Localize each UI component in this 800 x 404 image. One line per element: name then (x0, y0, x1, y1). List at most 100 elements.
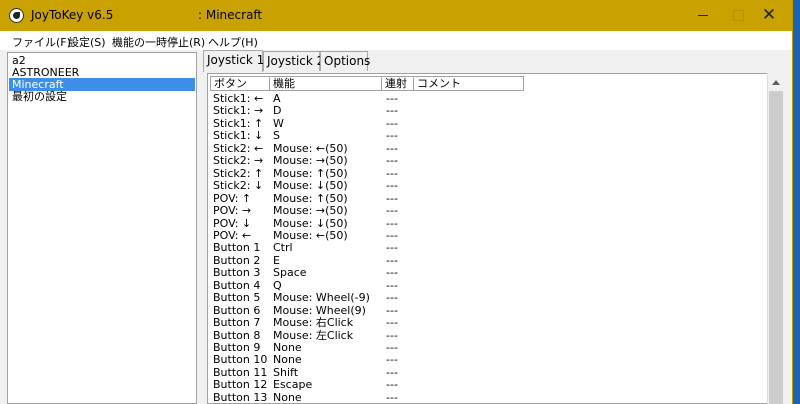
table-row[interactable]: Button 5 Mouse: Wheel(-9) --- (208, 292, 770, 304)
row-function-cell: None (273, 353, 302, 367)
tab-joystick-2[interactable]: Joystick 2 (263, 51, 324, 71)
table-row[interactable]: Stick1: ↑ W --- (208, 116, 770, 130)
window-title: JoyToKey v6.5 (31, 8, 114, 22)
window-profile-title: : Minecraft (198, 8, 263, 22)
profile-list[interactable]: a2 ASTRONEER Minecraft 最初の設定 (7, 52, 197, 404)
row-function-cell: Space (273, 266, 307, 280)
row-button-cell: POV: ↑ (213, 191, 252, 205)
table-row[interactable]: Stick1: ← A --- (208, 93, 770, 105)
table-row[interactable]: Button 3 Space --- (208, 267, 770, 279)
row-repeat-cell: --- (386, 328, 398, 342)
row-function-cell: Q (273, 278, 282, 292)
table-row[interactable]: Button 7 Mouse: 右Click --- (208, 317, 770, 329)
menu-bar: ファイル(F) 設定(S) 機能の一時停止(R) ヘルプ(H) (0, 31, 792, 50)
row-repeat-cell: --- (386, 204, 398, 218)
row-button-cell: Button 4 (213, 278, 261, 292)
row-button-cell: Stick1: ↑ (213, 116, 264, 130)
table-row[interactable]: Stick2: → Mouse: →(50) --- (208, 155, 770, 167)
menu-file[interactable]: ファイル(F) (12, 34, 71, 50)
row-function-cell: Mouse: ↓(50) (273, 179, 348, 193)
row-button-cell: Stick2: ↓ (213, 179, 264, 193)
row-repeat-cell: --- (386, 228, 398, 242)
row-repeat-cell: --- (386, 241, 398, 255)
row-repeat-cell: --- (386, 92, 398, 105)
scroll-up-icon[interactable] (768, 73, 784, 90)
menu-pause[interactable]: 機能の一時停止(R) (112, 34, 205, 50)
row-function-cell: None (273, 390, 302, 404)
column-header-button[interactable]: ボタン (210, 76, 270, 91)
row-button-cell: Button 11 (213, 365, 268, 379)
table-row[interactable]: Button 10 None --- (208, 354, 770, 366)
column-header-comment[interactable]: コメント (413, 76, 524, 91)
tab-joystick-1[interactable]: Joystick 1 (203, 50, 264, 72)
row-repeat-cell: --- (386, 253, 398, 267)
row-repeat-cell: --- (386, 278, 398, 292)
row-button-cell: Stick1: → (213, 104, 264, 118)
row-repeat-cell: --- (386, 166, 398, 180)
table-row[interactable]: Stick1: → D --- (208, 105, 770, 117)
row-button-cell: Button 9 (213, 341, 261, 354)
row-repeat-cell: --- (386, 291, 398, 305)
row-button-cell: Stick2: → (213, 154, 264, 168)
table-row[interactable]: Button 13 None --- (208, 390, 770, 404)
row-function-cell: Ctrl (273, 241, 293, 255)
row-function-cell: Mouse: →(50) (273, 154, 348, 168)
row-function-cell: Escape (273, 378, 313, 392)
row-repeat-cell: --- (386, 216, 398, 230)
menu-help[interactable]: ヘルプ(H) (208, 34, 258, 50)
row-button-cell: Button 5 (213, 291, 261, 305)
title-bar[interactable]: JoyToKey v6.5 : Minecraft ✕ (0, 0, 792, 31)
row-repeat-cell: --- (386, 353, 398, 367)
row-repeat-cell: --- (386, 191, 398, 205)
app-window: JoyToKey v6.5 : Minecraft ✕ ファイル(F) 設定(S… (0, 0, 793, 404)
row-button-cell: Stick2: ← (213, 141, 264, 155)
row-function-cell: Mouse: ←(50) (273, 228, 348, 242)
row-function-cell: None (273, 341, 302, 354)
row-repeat-cell: --- (386, 154, 398, 168)
row-button-cell: Button 2 (213, 253, 261, 267)
row-repeat-cell: --- (386, 378, 398, 392)
joytokey-app-icon[interactable] (9, 8, 24, 23)
table-row[interactable]: POV: → Mouse: →(50) --- (208, 205, 770, 217)
table-row[interactable]: Stick1: ↓ S --- (208, 130, 770, 142)
row-repeat-cell: --- (386, 104, 398, 118)
row-function-cell: E (273, 253, 280, 267)
row-function-cell: W (273, 116, 284, 130)
table-row[interactable]: Button 1 Ctrl --- (208, 242, 770, 254)
scrollbar-thumb[interactable] (769, 91, 783, 404)
vertical-scrollbar[interactable] (767, 73, 784, 404)
table-row[interactable]: Stick2: ↓ Mouse: ↓(50) --- (208, 180, 770, 192)
row-repeat-cell: --- (386, 341, 398, 354)
row-function-cell: Mouse: 右Click (273, 316, 354, 330)
column-header-repeat[interactable]: 連射 (381, 76, 414, 91)
row-button-cell: Button 12 (213, 378, 268, 392)
row-repeat-cell: --- (386, 129, 398, 143)
row-repeat-cell: --- (386, 141, 398, 155)
row-button-cell: POV: → (213, 204, 252, 218)
row-button-cell: Stick1: ← (213, 92, 264, 105)
profile-item-default[interactable]: 最初の設定 (9, 90, 195, 103)
row-function-cell: D (273, 104, 282, 118)
row-button-cell: Button 3 (213, 266, 261, 280)
row-button-cell: Button 8 (213, 328, 261, 342)
row-button-cell: Stick2: ↑ (213, 166, 264, 180)
row-repeat-cell: --- (386, 179, 398, 193)
row-function-cell: Mouse: Wheel(-9) (273, 291, 370, 305)
row-button-cell: Button 7 (213, 316, 261, 330)
assignment-table[interactable]: ボタン 機能 連射 コメント Stick1: ← A --- Stick1: → D --… (207, 73, 771, 404)
row-button-cell: Button 1 (213, 241, 261, 255)
tab-options[interactable]: Options (320, 51, 370, 71)
row-function-cell: Mouse: ↑(50) (273, 166, 348, 180)
row-button-cell: Button 6 (213, 303, 261, 317)
row-repeat-cell: --- (386, 266, 398, 280)
menu-settings[interactable]: 設定(S) (68, 34, 106, 50)
close-icon[interactable]: ✕ (746, 0, 792, 31)
row-repeat-cell: --- (386, 116, 398, 130)
row-button-cell: Button 10 (213, 353, 268, 367)
row-button-cell: POV: ↓ (213, 216, 252, 230)
row-repeat-cell: --- (386, 316, 398, 330)
row-function-cell: Mouse: →(50) (273, 204, 348, 218)
table-row[interactable]: Button 12 Escape --- (208, 379, 770, 391)
row-button-cell: Stick1: ↓ (213, 129, 264, 143)
column-header-function[interactable]: 機能 (269, 76, 382, 91)
